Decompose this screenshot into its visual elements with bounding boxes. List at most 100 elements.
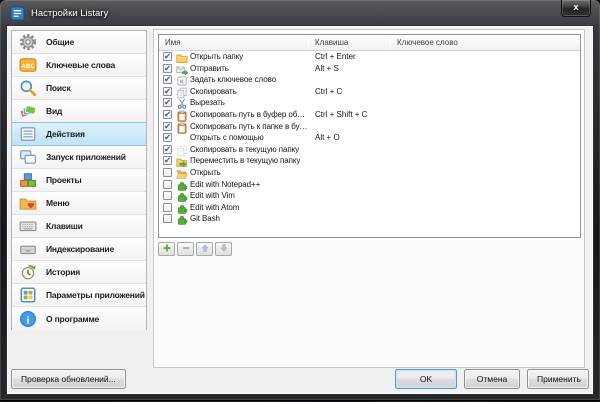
desktop-background: Настройки Listary x Общие ABC Ключевые сло… bbox=[0, 0, 600, 402]
cancel-button[interactable]: Отмена bbox=[464, 369, 520, 389]
action-hotkey: Ctrl + Shift + C bbox=[315, 109, 368, 119]
table-row[interactable]: Edit with Atom bbox=[159, 202, 580, 214]
sidebar-item-label: История bbox=[46, 267, 81, 277]
plus-icon bbox=[162, 240, 172, 258]
none bbox=[176, 132, 188, 144]
settings-window: Настройки Listary x Общие ABC Ключевые сло… bbox=[0, 0, 600, 400]
action-name: Скопировать путь в буфер обмена bbox=[190, 109, 309, 119]
checkbox[interactable] bbox=[163, 144, 172, 155]
checkbox[interactable] bbox=[163, 51, 172, 62]
table-row[interactable]: Вырезать bbox=[159, 97, 580, 110]
plugin-icon bbox=[176, 202, 188, 214]
list-edit-toolbar bbox=[158, 242, 232, 256]
table-row[interactable]: Отправить Alt + S bbox=[159, 63, 580, 76]
clipboard-icon bbox=[176, 121, 188, 134]
sidebar-item-8[interactable]: Клавиши bbox=[12, 215, 146, 238]
add-button[interactable] bbox=[158, 242, 175, 256]
table-row[interactable]: Переместить в текущую папку bbox=[159, 155, 580, 168]
sidebar-item-7[interactable]: Меню bbox=[12, 192, 146, 215]
column-header-key[interactable]: Клавиша bbox=[315, 38, 348, 47]
actions-table: Имя Клавиша Ключевое слово Открыть папку… bbox=[158, 34, 581, 238]
move-down-button[interactable] bbox=[215, 242, 232, 256]
table-row[interactable]: Открыть с помощью Alt + O bbox=[159, 132, 580, 144]
sidebar-item-label: О программе bbox=[46, 313, 100, 324]
sidebar-item-3[interactable]: Вид bbox=[12, 100, 146, 123]
sidebar-item-label: Поиск bbox=[46, 83, 71, 93]
checkbox[interactable] bbox=[163, 167, 172, 177]
checkbox[interactable] bbox=[163, 179, 172, 189]
window-title: Настройки Listary bbox=[31, 7, 109, 19]
checkbox[interactable] bbox=[163, 63, 172, 74]
ok-button[interactable]: OK bbox=[395, 369, 457, 389]
checkbox[interactable] bbox=[163, 214, 172, 224]
sidebar-item-9[interactable]: Индексирование bbox=[12, 238, 146, 261]
column-header-name[interactable]: Имя bbox=[165, 38, 181, 47]
table-row[interactable]: Скопировать путь к папке в буфер обм... bbox=[159, 121, 580, 134]
checkbox[interactable] bbox=[163, 86, 172, 97]
sidebar-item-label: Индексирование bbox=[46, 244, 114, 254]
column-separator[interactable] bbox=[308, 36, 309, 49]
move-icon bbox=[176, 155, 188, 168]
action-name: Edit with Notepad++ bbox=[190, 179, 261, 189]
sidebar-item-11[interactable]: Параметры приложений bbox=[12, 284, 146, 307]
keyword-icon: K bbox=[176, 74, 188, 86]
table-row[interactable]: K Задать ключевое слово bbox=[159, 74, 580, 86]
sidebar-item-label: Общие bbox=[46, 37, 74, 47]
action-name: Отправить bbox=[190, 63, 229, 73]
check-updates-button[interactable]: Проверка обновлений... bbox=[11, 369, 126, 389]
checkbox[interactable] bbox=[163, 109, 172, 120]
menu-icon bbox=[19, 194, 37, 212]
copy-faded-icon bbox=[176, 144, 188, 156]
app-options-icon bbox=[19, 286, 37, 304]
open-folder-icon bbox=[176, 167, 188, 179]
table-row[interactable]: Скопировать Ctrl + C bbox=[159, 86, 580, 98]
sidebar-item-10[interactable]: История bbox=[12, 261, 146, 284]
view-icon bbox=[19, 102, 37, 120]
table-row[interactable]: Git Bash bbox=[159, 213, 580, 226]
close-icon: x bbox=[573, 2, 579, 12]
table-header: Имя Клавиша Ключевое слово bbox=[159, 35, 580, 51]
checkbox[interactable] bbox=[163, 202, 172, 212]
action-name: Открыть папку bbox=[190, 52, 244, 61]
checkbox[interactable] bbox=[163, 132, 172, 143]
remove-button[interactable] bbox=[177, 242, 194, 256]
plugin-icon bbox=[176, 179, 188, 191]
table-row[interactable]: Edit with Notepad++ bbox=[159, 179, 580, 191]
sidebar-item-6[interactable]: Проекты bbox=[12, 169, 146, 192]
plugin-icon bbox=[176, 213, 188, 226]
action-hotkey: Alt + O bbox=[315, 133, 340, 143]
checkbox[interactable] bbox=[163, 155, 172, 166]
action-name: Скопировать в текущую папку bbox=[190, 144, 299, 154]
folder-icon bbox=[176, 51, 188, 63]
table-row[interactable]: Скопировать в текущую папку bbox=[159, 144, 580, 156]
column-header-keyword[interactable]: Ключевое слово bbox=[397, 38, 458, 47]
sidebar-item-5[interactable]: Запуск приложений bbox=[12, 146, 146, 169]
checkbox[interactable] bbox=[163, 74, 172, 85]
checkbox[interactable] bbox=[163, 97, 172, 108]
apply-button[interactable]: Применить bbox=[527, 369, 589, 389]
table-row[interactable]: Скопировать путь в буфер обмена Ctrl + Sh… bbox=[159, 109, 580, 122]
table-row[interactable]: Edit with Vim bbox=[159, 190, 580, 202]
history-icon bbox=[19, 263, 37, 281]
close-button[interactable]: x bbox=[561, 0, 591, 17]
sidebar-item-12[interactable]: i О программе bbox=[12, 307, 146, 330]
svg-text:i: i bbox=[27, 314, 30, 326]
checkbox[interactable] bbox=[163, 121, 172, 132]
sidebar-item-4[interactable]: Действия bbox=[12, 122, 146, 146]
action-name: Задать ключевое слово bbox=[190, 75, 276, 85]
search-icon bbox=[19, 79, 37, 97]
table-row[interactable]: Открыть папку Ctrl + Enter bbox=[159, 51, 580, 63]
checkbox[interactable] bbox=[163, 191, 172, 201]
plugin-icon bbox=[176, 190, 188, 202]
column-separator[interactable] bbox=[390, 36, 391, 49]
sidebar-item-2[interactable]: Поиск bbox=[12, 77, 146, 100]
move-up-button[interactable] bbox=[196, 242, 213, 256]
action-hotkey: Alt + S bbox=[315, 63, 339, 73]
sidebar-item-label: Меню bbox=[46, 198, 70, 208]
titlebar[interactable]: Настройки Listary x bbox=[0, 0, 600, 26]
action-name: Вырезать bbox=[190, 98, 225, 108]
sidebar-item-0[interactable]: Общие bbox=[12, 31, 146, 54]
action-name: Скопировать bbox=[190, 86, 237, 96]
sidebar-item-1[interactable]: ABC Ключевые слова bbox=[12, 54, 146, 77]
table-row[interactable]: Открыть bbox=[159, 167, 580, 179]
